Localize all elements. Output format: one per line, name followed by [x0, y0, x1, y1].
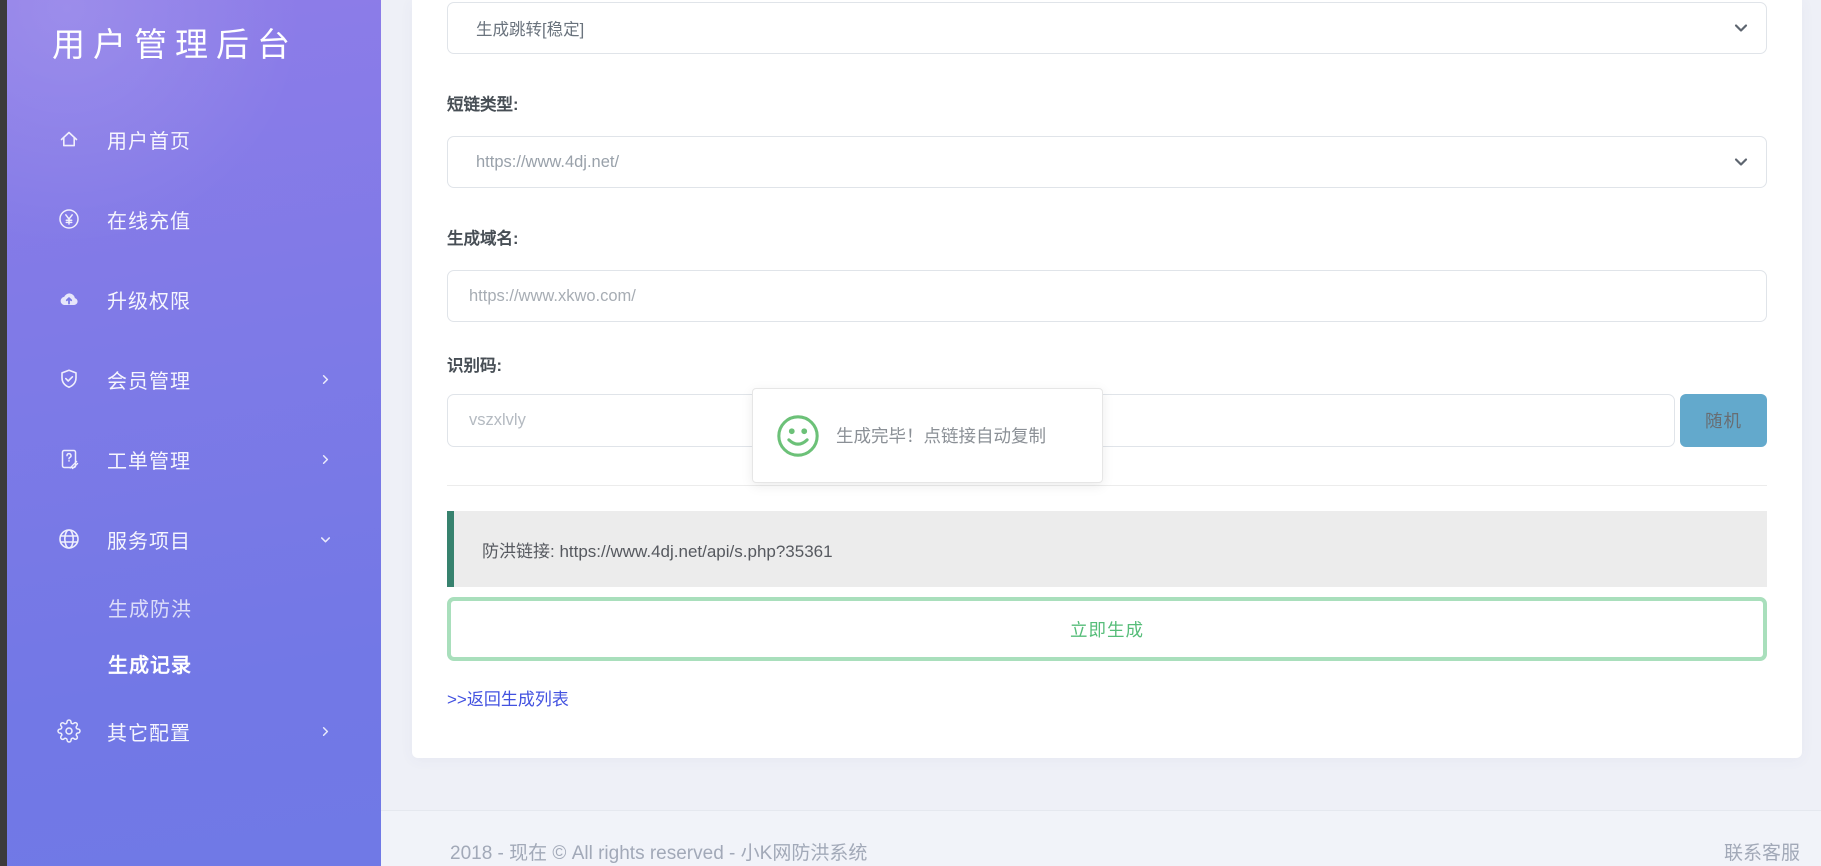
- mode-select[interactable]: 生成跳转[稳定]: [447, 2, 1767, 54]
- chevron-right-icon: [322, 374, 329, 384]
- chevron-down-icon: [1734, 158, 1748, 166]
- sidebar-title: 用户管理后台: [52, 26, 298, 63]
- code-label: 识别码:: [447, 357, 502, 375]
- sidebar-item-members[interactable]: 会员管理: [7, 339, 381, 419]
- mode-select-value: 生成跳转[稳定]: [476, 21, 585, 39]
- window-edge-strip: [0, 0, 7, 866]
- sidebar-item-label: 其它配置: [107, 722, 191, 745]
- sidebar-item-home[interactable]: 用户首页: [7, 99, 381, 179]
- shield-check-icon: [61, 369, 77, 389]
- toast-message: 生成完毕！点链接自动复制: [836, 426, 1046, 446]
- cloud-upload-icon: [60, 293, 78, 305]
- chevron-down-icon: [321, 536, 330, 542]
- footer: 2018 - 现在 © All rights reserved - 小K网防洪系…: [381, 810, 1821, 866]
- work-order-icon: [61, 449, 79, 470]
- sidebar-item-label: 升级权限: [107, 290, 191, 313]
- yen-circle-icon: [59, 209, 79, 229]
- sidebar-nav: 用户首页 在线充值 升级权限 会员管理 工单管理 服务项目 生成防洪 生成记录 …: [7, 66, 381, 771]
- sidebar-item-label: 服务项目: [107, 530, 191, 553]
- shortlink-select[interactable]: https://www.4dj.net/: [447, 136, 1767, 188]
- chevron-right-icon: [322, 454, 329, 464]
- globe-icon: [59, 529, 79, 549]
- sidebar-item-recharge[interactable]: 在线充值: [7, 179, 381, 259]
- code-input-group: 随机: [447, 394, 1767, 447]
- sidebar-item-services[interactable]: 服务项目: [7, 499, 381, 579]
- sidebar-item-workorders[interactable]: 工单管理: [7, 419, 381, 499]
- shortlink-select-value: https://www.4dj.net/: [476, 152, 620, 171]
- random-button[interactable]: 随机: [1680, 394, 1767, 447]
- gear-icon: [57, 719, 81, 743]
- copyright-text: 2018 - 现在 © All rights reserved - 小K网防洪系…: [450, 843, 868, 864]
- chevron-right-icon: [322, 726, 329, 736]
- sidebar-subitem-records[interactable]: 生成记录: [7, 635, 381, 691]
- result-alert: 防洪链接: https://www.4dj.net/api/s.php?3536…: [447, 511, 1767, 587]
- sidebar-item-label: 用户首页: [107, 130, 191, 153]
- sidebar-item-upgrade[interactable]: 升级权限: [7, 259, 381, 339]
- chevron-down-icon: [1734, 24, 1748, 32]
- back-to-list-link[interactable]: >>返回生成列表: [447, 685, 569, 710]
- sidebar: 用户管理后台 用户首页 在线充值 升级权限 会员管理 工单管理 服务项目 生成防…: [7, 0, 381, 866]
- home-icon: [60, 131, 78, 147]
- domain-input[interactable]: [447, 270, 1767, 322]
- divider: [447, 485, 1767, 486]
- screen: 用户管理后台 用户首页 在线充值 升级权限 会员管理 工单管理 服务项目 生成防…: [0, 0, 1821, 866]
- sidebar-item-other-config[interactable]: 其它配置: [7, 691, 381, 771]
- sidebar-item-label: 在线充值: [107, 210, 191, 233]
- sidebar-subitem-generate[interactable]: 生成防洪: [7, 579, 381, 635]
- generate-button[interactable]: 立即生成: [447, 597, 1767, 661]
- sidebar-item-label: 会员管理: [107, 370, 191, 393]
- contact-support-link[interactable]: 联系客服: [1724, 838, 1800, 865]
- result-link-text[interactable]: 防洪链接: https://www.4dj.net/api/s.php?3536…: [482, 537, 833, 562]
- domain-label: 生成域名:: [447, 230, 519, 248]
- success-toast: 生成完毕！点链接自动复制: [752, 388, 1103, 483]
- form-card: 生成跳转[稳定] 短链类型: https://www.4dj.net/ 生成域名…: [412, 0, 1802, 758]
- shortlink-type-label: 短链类型:: [447, 96, 519, 114]
- smiley-icon: [777, 414, 819, 457]
- sidebar-item-label: 工单管理: [107, 450, 191, 473]
